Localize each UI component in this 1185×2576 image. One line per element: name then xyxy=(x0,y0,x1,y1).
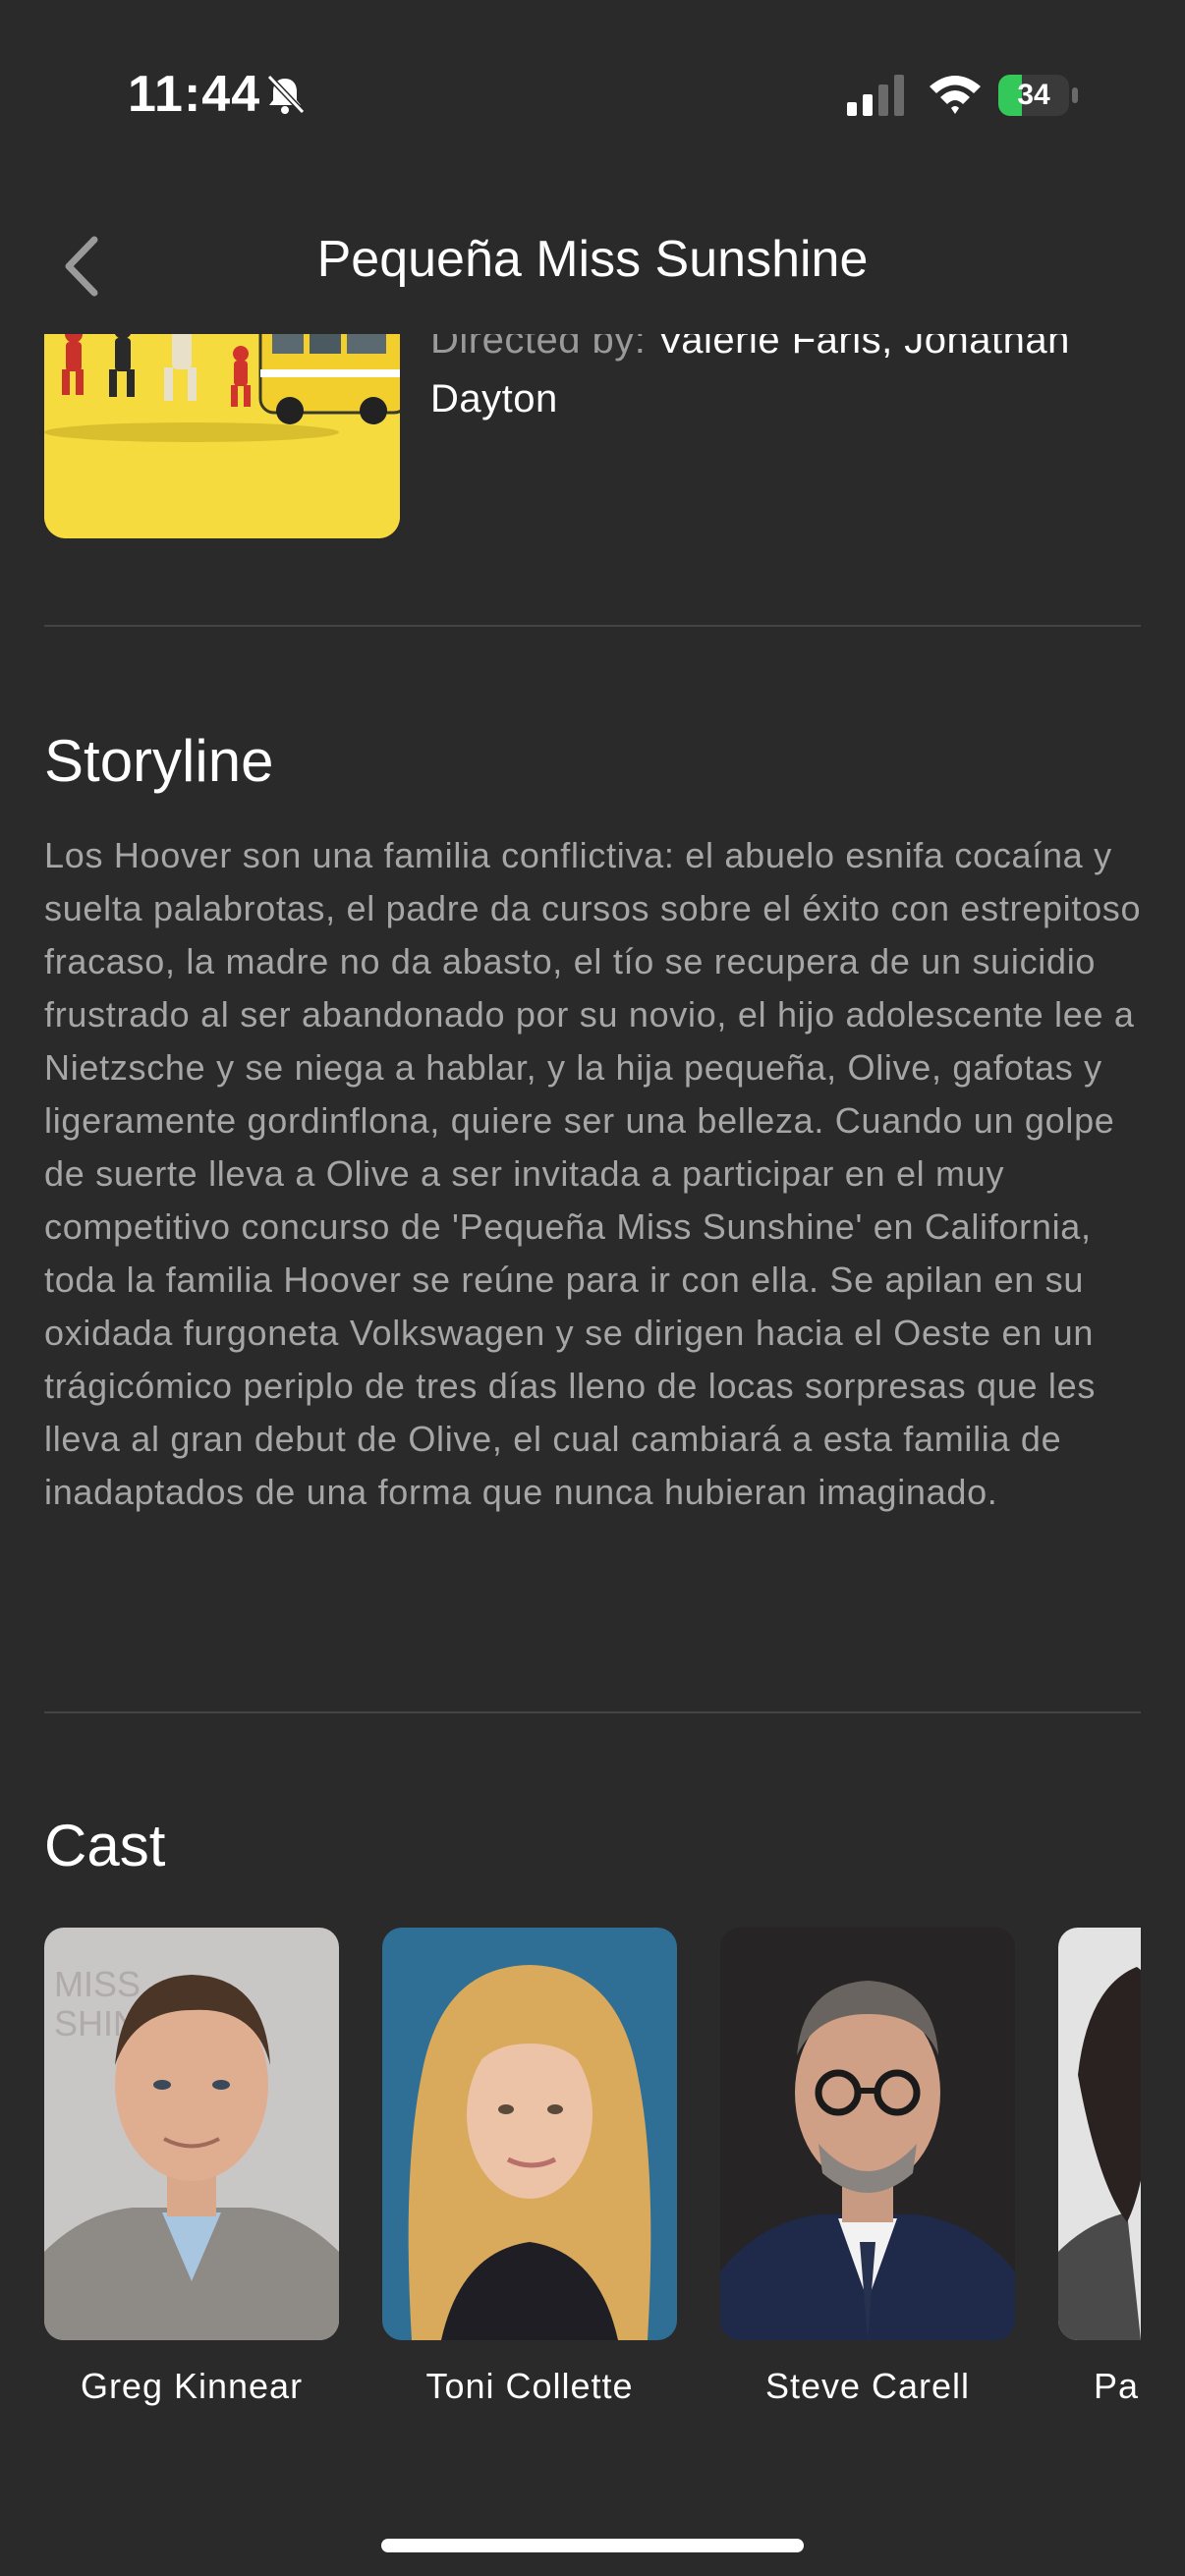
wifi-icon xyxy=(930,76,981,114)
cast-photo: MISS SHIN xyxy=(44,1928,339,2340)
status-time: 11:44 xyxy=(128,66,261,123)
cast-name: Paul Dano xyxy=(1094,2366,1141,2406)
storyline-text: Los Hoover son una familia conflictiva: … xyxy=(44,835,1142,1512)
battery-cap xyxy=(1072,87,1078,103)
director-label: Directed by: xyxy=(430,334,658,362)
battery-indicator: 34 xyxy=(998,75,1079,116)
divider xyxy=(44,1711,1141,1713)
cast-name: Greg Kinnear xyxy=(80,2366,304,2406)
director-credit: Directed by: Valerie Faris, Jonathan Day… xyxy=(430,334,1138,428)
svg-text:MISS: MISS xyxy=(54,1964,141,2004)
movie-detail-content[interactable]: Directed by: Valerie Faris, Jonathan Day… xyxy=(0,334,1185,2495)
page-title: Pequeña Miss Sunshine xyxy=(316,231,869,288)
movie-poster xyxy=(44,334,400,538)
cast-photo xyxy=(1058,1928,1141,2340)
navigation-bar: Pequeña Miss Sunshine xyxy=(0,196,1185,334)
battery-body: 34 xyxy=(998,75,1069,116)
home-indicator[interactable] xyxy=(381,2539,804,2552)
cast-name: Toni Collette xyxy=(425,2366,634,2406)
poster-artwork xyxy=(44,334,400,538)
battery-level: 34 xyxy=(1017,79,1050,111)
bell-slash-icon xyxy=(266,74,306,115)
cast-carousel[interactable]: MISS SHIN Greg Kinnear Toni Collette Ste… xyxy=(44,1928,1141,2438)
cellular-signal-icon xyxy=(847,75,904,116)
chevron-left-icon[interactable] xyxy=(55,232,114,301)
status-bar: 11:44 34 xyxy=(0,0,1185,196)
cast-heading: Cast xyxy=(44,1813,166,1878)
cast-photo xyxy=(720,1928,1015,2340)
cast-name: Steve Carell xyxy=(764,2366,971,2406)
storyline-heading: Storyline xyxy=(44,728,274,794)
cast-photo xyxy=(382,1928,677,2340)
divider xyxy=(44,625,1141,627)
